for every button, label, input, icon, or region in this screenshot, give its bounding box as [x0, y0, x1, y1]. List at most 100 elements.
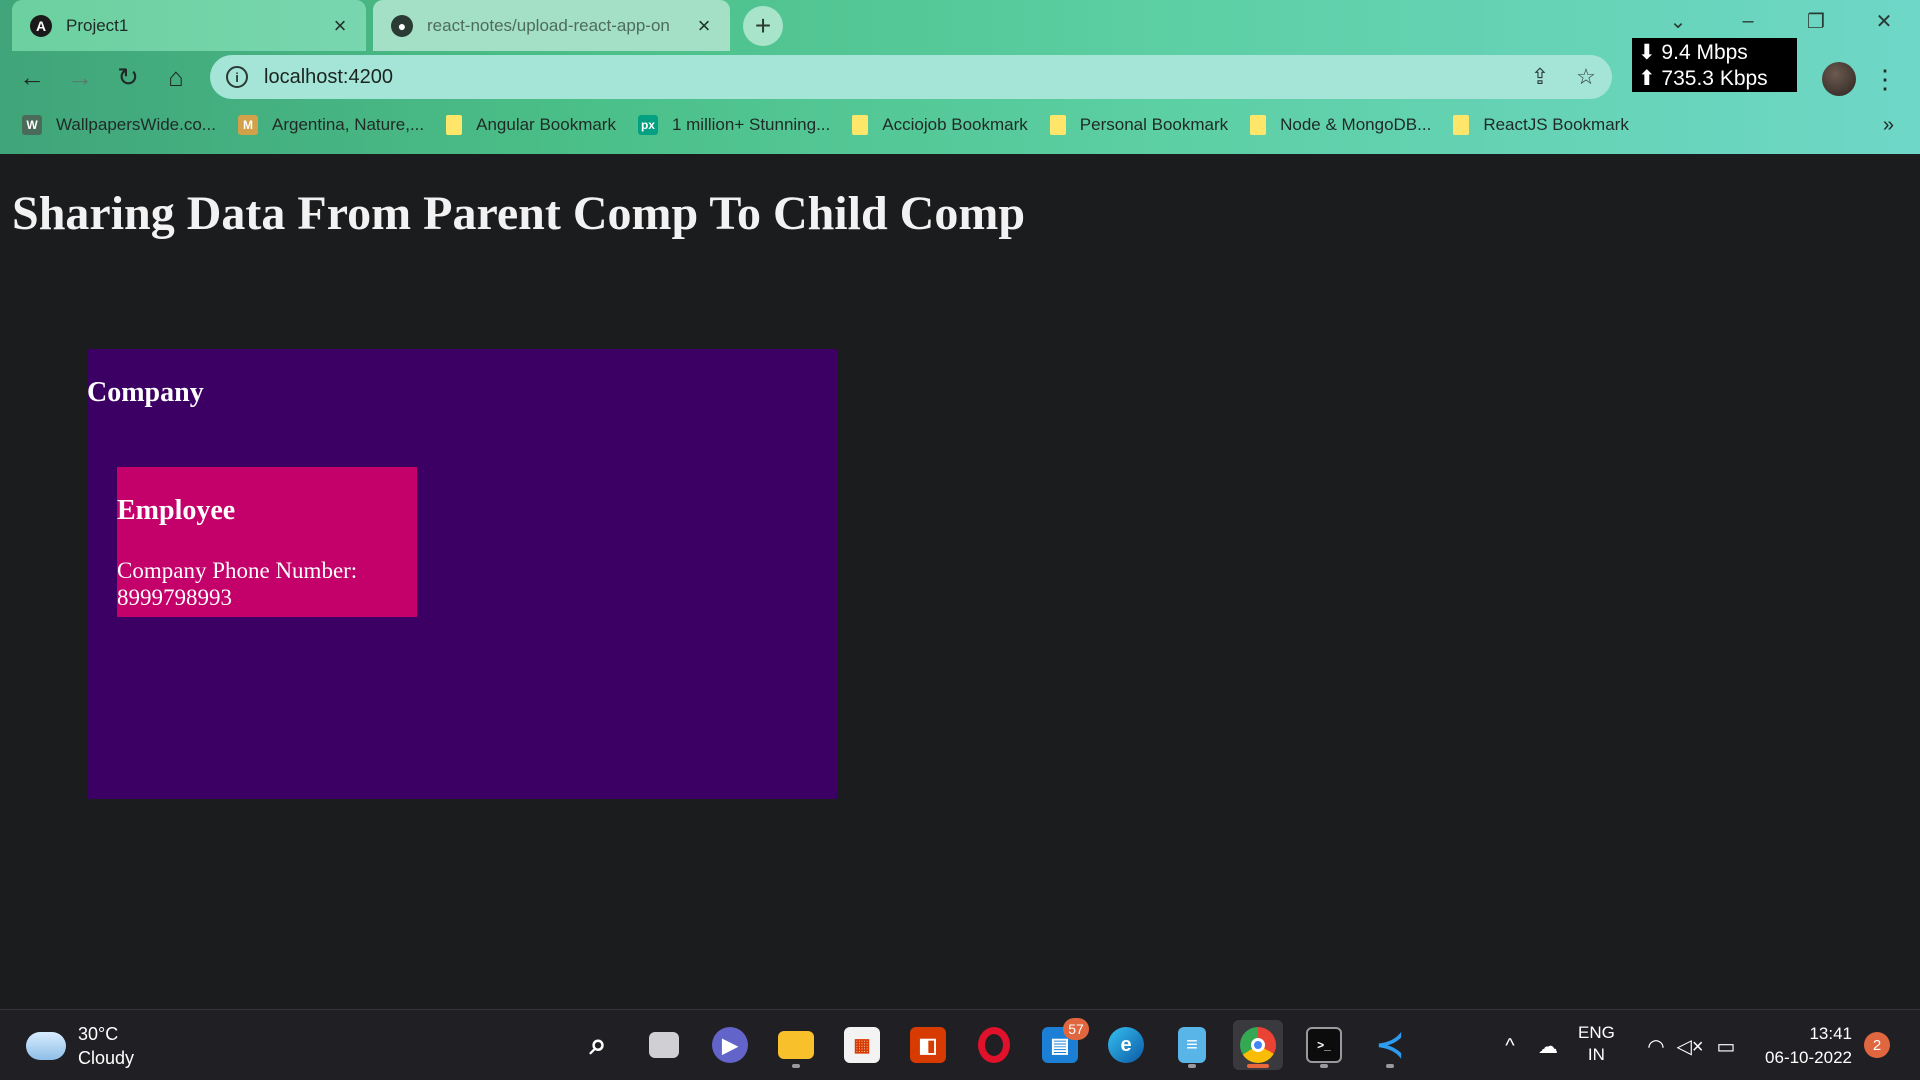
vscode-button[interactable]: ≺ — [1365, 1020, 1415, 1070]
opera-icon — [978, 1027, 1010, 1063]
clock-date: 06-10-2022 — [1765, 1048, 1852, 1067]
notepad-button[interactable]: ≡ — [1167, 1020, 1217, 1070]
close-window-button[interactable]: ✕ — [1850, 0, 1918, 42]
chat-icon: ▶ — [712, 1027, 748, 1063]
opera-button[interactable] — [969, 1020, 1019, 1070]
share-icon[interactable]: ⇪ — [1520, 57, 1560, 97]
store-icon: ▦ — [844, 1027, 880, 1063]
github-icon: ● — [391, 14, 413, 37]
language-indicator[interactable]: ENG IN — [1578, 1022, 1615, 1066]
onedrive-icon[interactable]: ☁ — [1534, 1032, 1562, 1060]
tab-react-notes[interactable]: ● react-notes/upload-react-app-on × — [373, 0, 730, 51]
folder-icon — [852, 115, 869, 135]
site-info-icon[interactable]: i — [226, 66, 248, 88]
vscode-icon: ≺ — [1375, 1026, 1405, 1064]
close-tab-icon[interactable]: × — [692, 13, 716, 38]
windows-icon — [515, 1028, 549, 1062]
angular-icon: A — [30, 14, 52, 37]
bookmark-node-mongodb[interactable]: Node & MongoDB... — [1250, 108, 1431, 142]
office-icon: ◧ — [910, 1027, 946, 1063]
chevron-up-icon[interactable]: ^ — [1496, 1032, 1524, 1060]
new-tab-button[interactable]: + — [743, 6, 783, 46]
wallpaperswide-icon: W — [22, 115, 42, 135]
store-button[interactable]: ▦ — [837, 1020, 887, 1070]
task-view-button[interactable] — [639, 1020, 689, 1070]
windows-taskbar: 30°C Cloudy ⌕ ▶ ▦ ◧ ▤ 57 e ≡ >_ ≺ ^ ☁ EN… — [0, 1009, 1920, 1080]
chrome-button[interactable] — [1233, 1020, 1283, 1070]
chrome-icon — [1240, 1027, 1276, 1063]
bookmark-label: 1 million+ Stunning... — [671, 115, 831, 134]
bookmark-reactjs[interactable]: ReactJS Bookmark — [1453, 108, 1629, 142]
company-title: Company — [87, 377, 204, 408]
edge-button[interactable]: e — [1101, 1020, 1151, 1070]
menu-dots-icon[interactable]: ⋮ — [1870, 59, 1900, 99]
more-bookmarks-icon[interactable]: » — [1883, 108, 1894, 142]
start-button[interactable] — [507, 1020, 557, 1070]
terminal-icon: >_ — [1306, 1027, 1342, 1063]
office-button[interactable]: ◧ — [903, 1020, 953, 1070]
restore-button[interactable]: ❐ — [1782, 0, 1850, 42]
phone-value: 8999798993 — [117, 585, 232, 610]
reload-icon[interactable]: ↻ — [108, 57, 148, 97]
bookmarks-bar: W WallpapersWide.co... M Argentina, Natu… — [0, 108, 1920, 142]
tab-title: react-notes/upload-react-app-on — [427, 15, 670, 35]
employee-title: Employee — [117, 495, 236, 526]
clock-time: 13:41 — [1809, 1024, 1852, 1043]
folder-icon — [778, 1031, 814, 1059]
language-code: ENG — [1578, 1023, 1615, 1042]
weather-temp: 30°C — [78, 1024, 119, 1044]
close-tab-icon[interactable]: × — [328, 13, 352, 38]
file-explorer-button[interactable] — [771, 1020, 821, 1070]
bookmark-label: WallpapersWide.co... — [56, 115, 216, 134]
task-view-icon — [649, 1032, 679, 1058]
system-clock[interactable]: 13:41 06-10-2022 — [1762, 1022, 1852, 1070]
unsplash-icon: M — [237, 115, 258, 135]
running-indicator — [1247, 1064, 1269, 1068]
notification-count-badge[interactable]: 2 — [1864, 1032, 1890, 1058]
bookmark-label: ReactJS Bookmark — [1483, 115, 1629, 134]
search-button[interactable]: ⌕ — [573, 1020, 623, 1070]
terminal-button[interactable]: >_ — [1299, 1020, 1349, 1070]
bookmark-label: Angular Bookmark — [476, 115, 616, 134]
back-arrow-icon[interactable]: ← — [12, 57, 52, 97]
bookmark-acciojob[interactable]: Acciojob Bookmark — [852, 108, 1028, 142]
profile-avatar[interactable] — [1822, 62, 1856, 96]
tab-title: Project1 — [66, 15, 129, 35]
notes-app-button[interactable]: ▤ 57 — [1035, 1018, 1089, 1070]
tab-project1[interactable]: A Project1 × — [12, 0, 366, 51]
forward-arrow-icon[interactable]: → — [60, 57, 100, 97]
region-code: IN — [1587, 1045, 1605, 1064]
address-bar[interactable]: i localhost:4200 ⇪ ☆ — [210, 55, 1612, 99]
wifi-icon[interactable]: ◠ — [1642, 1032, 1670, 1060]
bookmark-label: Node & MongoDB... — [1280, 115, 1432, 134]
url-text[interactable]: localhost:4200 — [264, 66, 1520, 89]
tab-search-button[interactable]: ⌄ — [1644, 0, 1712, 42]
folder-icon — [1453, 115, 1470, 135]
volume-muted-icon[interactable]: ◁× — [1676, 1032, 1704, 1060]
folder-icon — [1250, 115, 1267, 135]
bookmark-argentina[interactable]: M Argentina, Nature,... — [237, 108, 425, 142]
teams-chat-button[interactable]: ▶ — [705, 1020, 755, 1070]
company-phone: Company Phone Number: 8999798993 — [117, 557, 407, 611]
weather-widget[interactable]: 30°C Cloudy — [26, 1022, 134, 1070]
network-speed-overlay: ⬇ 9.4 Mbps ⬆ 735.3 Kbps — [1632, 38, 1797, 92]
running-indicator — [1320, 1064, 1328, 1068]
bookmark-label: Argentina, Nature,... — [271, 115, 425, 134]
upload-speed: ⬆ 735.3 Kbps — [1638, 67, 1768, 90]
battery-icon[interactable]: ▭ — [1712, 1032, 1740, 1060]
bookmark-pexels[interactable]: px 1 million+ Stunning... — [637, 108, 831, 142]
browser-chrome: A Project1 × ● react-notes/upload-react-… — [0, 0, 1920, 154]
star-icon[interactable]: ☆ — [1566, 57, 1606, 97]
bookmark-angular[interactable]: Angular Bookmark — [446, 108, 616, 142]
company-component: Company Employee Company Phone Number: 8… — [87, 349, 837, 799]
home-icon[interactable]: ⌂ — [156, 57, 196, 97]
cloud-icon — [26, 1032, 66, 1060]
notepad-icon: ≡ — [1178, 1027, 1206, 1063]
phone-label: Company Phone Number: — [117, 558, 358, 583]
folder-icon — [1049, 115, 1066, 135]
bookmark-personal[interactable]: Personal Bookmark — [1049, 108, 1228, 142]
minimize-button[interactable]: – — [1714, 0, 1782, 42]
bookmark-wallpaperswide[interactable]: W WallpapersWide.co... — [22, 108, 216, 142]
employee-component: Employee Company Phone Number: 899979899… — [117, 467, 417, 617]
running-indicator — [792, 1064, 800, 1068]
